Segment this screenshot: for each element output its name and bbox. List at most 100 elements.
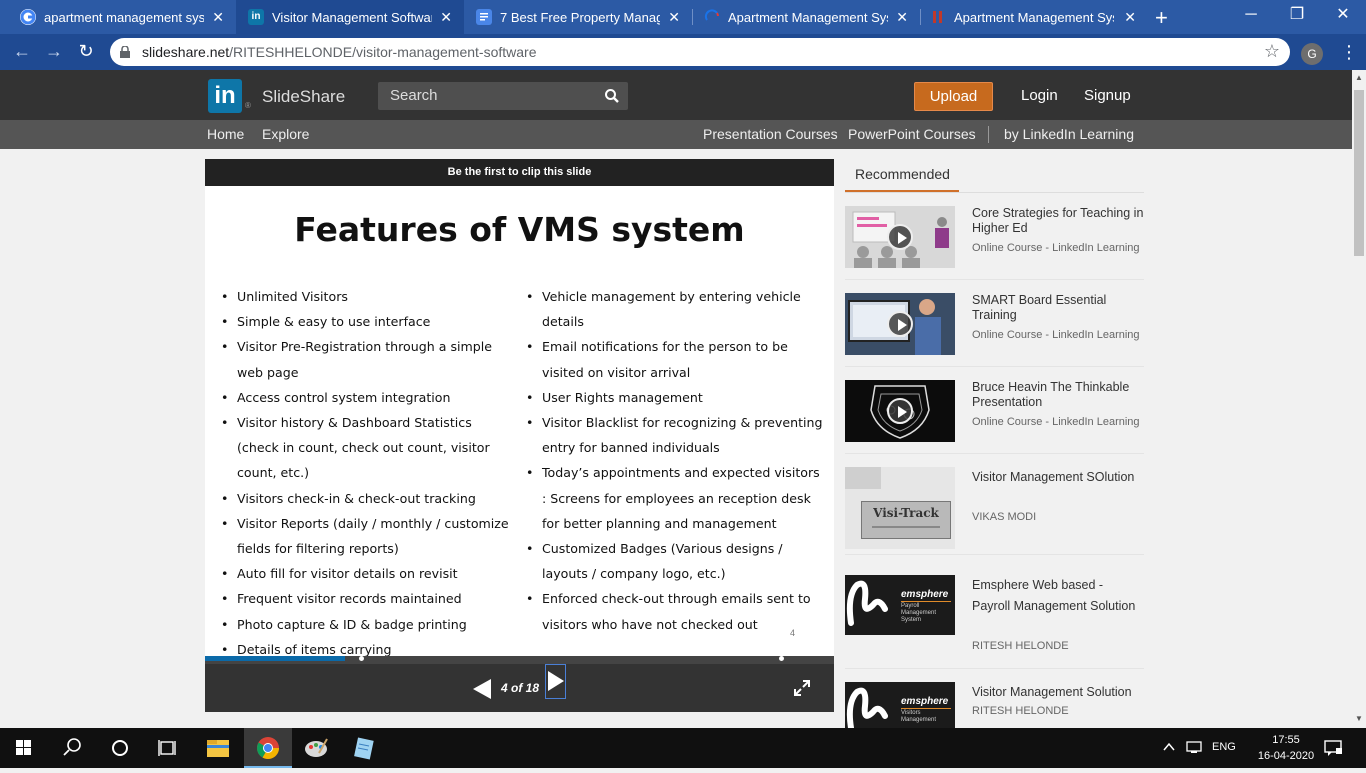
- tab-close-icon[interactable]: ✕: [668, 9, 680, 26]
- next-slide-button[interactable]: [545, 664, 566, 699]
- home-link[interactable]: Home: [207, 126, 244, 142]
- tab-property-management[interactable]: 7 Best Free Property Managem ✕: [464, 0, 692, 34]
- thumbnail-text: emsphere: [901, 696, 949, 707]
- recommended-title[interactable]: Core Strategies for Teaching in Higher E…: [972, 206, 1144, 236]
- slide-title: Features of VMS system: [294, 210, 745, 249]
- tab-close-icon[interactable]: ✕: [1124, 9, 1136, 26]
- thumbnail-rule: [901, 708, 951, 709]
- registered-mark: ®: [245, 101, 251, 110]
- previous-slide-button[interactable]: [473, 679, 491, 699]
- powerpoint-courses-link[interactable]: PowerPoint Courses: [848, 126, 976, 142]
- bullet-item: Access control system integration: [221, 385, 511, 410]
- tab-apartment-management-system-2[interactable]: Apartment Management Syste ✕: [920, 0, 1148, 34]
- tab-visitor-management-software[interactable]: in Visitor Management Software ✕: [236, 0, 464, 34]
- recommended-title[interactable]: SMART Board Essential Training: [972, 293, 1144, 323]
- chrome-icon[interactable]: [244, 728, 292, 768]
- page-scrollbar[interactable]: ▲ ▼: [1352, 70, 1366, 728]
- chevron-up-icon[interactable]: [1162, 740, 1176, 759]
- language-indicator[interactable]: ENG: [1212, 741, 1236, 753]
- search-input[interactable]: Search: [378, 82, 628, 110]
- tab-close-icon[interactable]: ✕: [440, 9, 452, 26]
- upload-button[interactable]: Upload: [914, 82, 993, 111]
- signup-link[interactable]: Signup: [1084, 87, 1131, 104]
- paint-icon[interactable]: [292, 728, 340, 768]
- clip-slide-banner[interactable]: Be the first to clip this slide: [205, 159, 834, 186]
- window-close-icon[interactable]: ✕: [1320, 0, 1366, 32]
- recommended-item[interactable]: Bruce Heavin The Thinkable Presentation …: [845, 380, 1144, 454]
- tab-close-icon[interactable]: ✕: [212, 9, 224, 26]
- presentation-courses-link[interactable]: Presentation Courses: [703, 126, 838, 142]
- cortana-icon[interactable]: [96, 728, 144, 768]
- play-icon[interactable]: [887, 224, 913, 250]
- tab-close-icon[interactable]: ✕: [896, 9, 908, 26]
- windows-start-icon[interactable]: [0, 728, 48, 768]
- task-view-icon[interactable]: [144, 728, 192, 768]
- file-explorer-icon[interactable]: [194, 728, 242, 768]
- play-icon[interactable]: [887, 311, 913, 337]
- recommended-title[interactable]: Visitor Management Solution: [972, 685, 1144, 700]
- page-counter: 4 of 18: [501, 681, 540, 695]
- bullet-item: Visitor Blacklist for recognizing & prev…: [526, 410, 826, 460]
- loading-spinner-icon: [704, 9, 720, 25]
- browser-menu-icon[interactable]: ⋮: [1340, 38, 1358, 66]
- course-thumbnail: [845, 293, 955, 355]
- scroll-up-icon[interactable]: ▲: [1355, 73, 1363, 82]
- tab-title: Apartment Management Syste: [728, 9, 888, 25]
- reload-icon[interactable]: ↻: [74, 40, 98, 64]
- bullet-item: Photo capture & ID & badge printing: [221, 612, 511, 637]
- notifications-icon[interactable]: [1324, 739, 1342, 762]
- progress-marker[interactable]: [359, 656, 364, 661]
- scrollbar-thumb[interactable]: [1354, 90, 1364, 256]
- bookmark-star-icon[interactable]: ☆: [1264, 41, 1280, 62]
- recommended-item[interactable]: emsphere Visitors Management Visitor Man…: [845, 682, 1144, 728]
- login-link[interactable]: Login: [1021, 87, 1058, 104]
- thumbnail-text: Visi-Track: [873, 506, 939, 520]
- bullet-item: Customized Badges (Various designs / lay…: [526, 536, 826, 586]
- slideshare-brand[interactable]: SlideShare: [262, 87, 345, 107]
- course-thumbnail: [845, 206, 955, 268]
- recommended-item[interactable]: SMART Board Essential Training Online Co…: [845, 293, 1144, 367]
- scroll-down-icon[interactable]: ▼: [1355, 714, 1363, 723]
- search-icon[interactable]: [48, 728, 96, 768]
- notepad-icon[interactable]: [340, 728, 388, 768]
- restore-icon[interactable]: ❐: [1274, 0, 1320, 32]
- recommended-item[interactable]: Visi-Track Visitor Management SOlution V…: [845, 467, 1144, 555]
- network-icon[interactable]: [1186, 740, 1202, 759]
- recommended-subtitle: VIKAS MODI: [972, 511, 1037, 523]
- tab-apartment-management-search[interactable]: apartment management syster ✕: [0, 0, 236, 34]
- divider: [845, 192, 1144, 193]
- recommended-item[interactable]: Core Strategies for Teaching in Higher E…: [845, 206, 1144, 280]
- fullscreen-icon[interactable]: [794, 680, 810, 696]
- progress-marker[interactable]: [779, 656, 784, 661]
- linkedin-learning-link[interactable]: by LinkedIn Learning: [1004, 126, 1134, 142]
- tab-recommended[interactable]: Recommended: [845, 159, 959, 193]
- back-icon[interactable]: ←: [10, 40, 34, 64]
- tab-apartment-management-system-1[interactable]: Apartment Management Syste ✕: [692, 0, 920, 34]
- profile-avatar[interactable]: G: [1301, 43, 1323, 65]
- recommended-item[interactable]: emsphere Payroll Management System Emsph…: [845, 575, 1144, 669]
- thumbnail-text: emsphere: [901, 589, 949, 600]
- new-tab-button[interactable]: +: [1155, 5, 1168, 31]
- recommended-title[interactable]: Emsphere Web based - Payroll Management …: [972, 575, 1144, 617]
- thumbnail-plaque: Visi-Track: [861, 501, 951, 539]
- slide-progress-bar[interactable]: [205, 656, 834, 664]
- linkedin-logo[interactable]: in: [208, 79, 242, 113]
- browser-tab-strip: apartment management syster ✕ in Visitor…: [0, 0, 1366, 34]
- bullet-item: Unlimited Visitors: [221, 284, 511, 309]
- google-icon: [20, 9, 36, 25]
- slide-thumbnail: emsphere Visitors Management: [845, 682, 955, 728]
- clock[interactable]: 17:55 16-04-2020: [1250, 732, 1322, 764]
- tab-title: 7 Best Free Property Managem: [500, 9, 660, 25]
- url-path: /RITESHHELONDE/visitor-management-softwa…: [229, 44, 537, 60]
- search-icon[interactable]: [604, 88, 620, 104]
- minimize-icon[interactable]: ─: [1228, 0, 1274, 32]
- recommended-title[interactable]: Visitor Management SOlution: [972, 467, 1144, 488]
- slide-number: 4: [790, 628, 796, 638]
- recommended-title[interactable]: Bruce Heavin The Thinkable Presentation: [972, 380, 1144, 410]
- forward-icon[interactable]: →: [42, 40, 66, 64]
- recommended-subtitle: RITESH HELONDE: [972, 705, 1069, 717]
- explore-link[interactable]: Explore: [262, 126, 309, 142]
- address-bar[interactable]: slideshare.net/RITESHHELONDE/visitor-man…: [110, 38, 1290, 66]
- play-icon[interactable]: [887, 398, 913, 424]
- linkedin-icon: in: [248, 9, 264, 25]
